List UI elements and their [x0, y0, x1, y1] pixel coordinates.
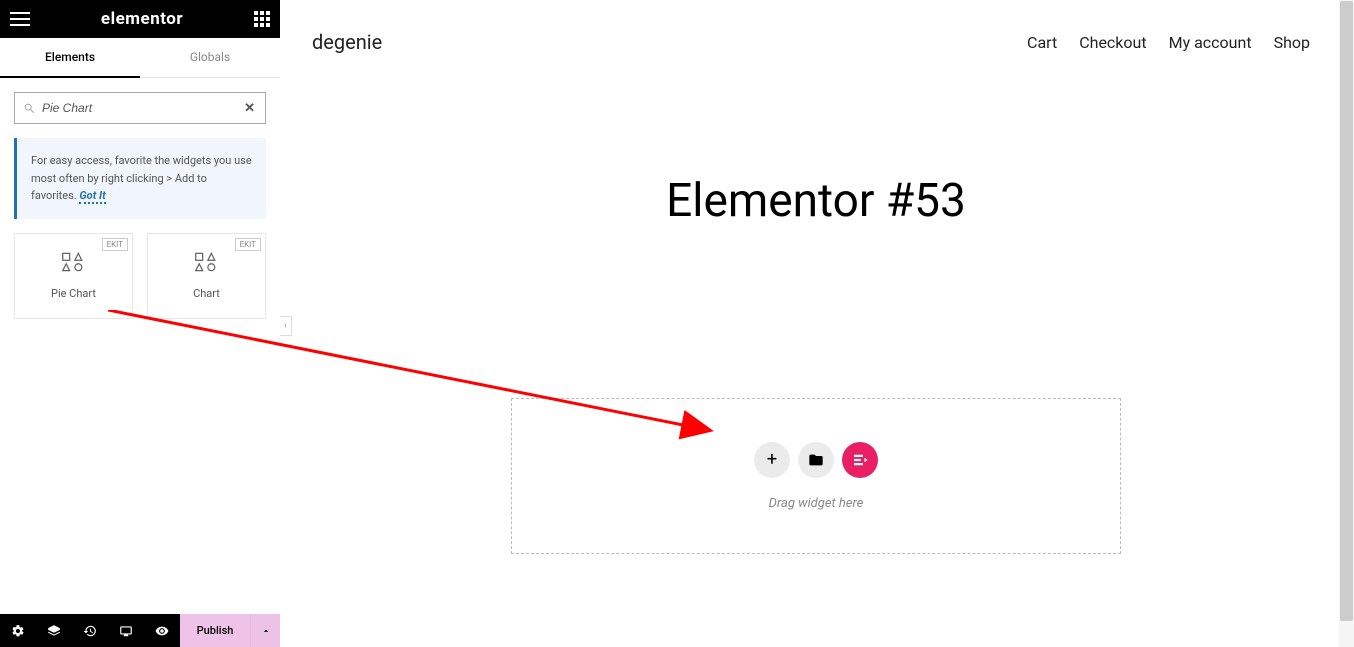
elementor-sidebar: elementor Elements Globals ✕ For easy ac…: [0, 0, 280, 647]
site-nav: Cart Checkout My account Shop: [1027, 33, 1310, 52]
nav-link-cart[interactable]: Cart: [1027, 33, 1057, 52]
search-input[interactable]: [42, 101, 242, 115]
shapes-icon: [194, 251, 220, 277]
tip-text: For easy access, favorite the widgets yo…: [31, 154, 252, 202]
page-title: Elementor #53: [292, 174, 1340, 228]
drop-zone-buttons: +: [754, 442, 878, 478]
search-icon: [23, 102, 36, 115]
sidebar-footer: Publish: [0, 614, 280, 647]
site-header: degenie Cart Checkout My account Shop: [292, 0, 1340, 74]
folder-icon: [808, 452, 824, 468]
nav-link-checkout[interactable]: Checkout: [1079, 33, 1146, 52]
elementskit-button[interactable]: [842, 442, 878, 478]
shapes-icon: [61, 251, 87, 277]
elementor-logo: elementor: [101, 9, 183, 29]
tip-got-it-link[interactable]: Got It: [79, 189, 105, 204]
sidebar-header: elementor: [0, 0, 280, 38]
widget-badge: EKIT: [102, 238, 128, 251]
collapse-sidebar-handle[interactable]: ‹: [280, 316, 292, 336]
widget-pie-chart[interactable]: EKIT Pie Chart: [14, 233, 133, 319]
widgets-grid: EKIT Pie Chart EKIT Chart: [0, 233, 280, 319]
site-title[interactable]: degenie: [312, 30, 382, 54]
settings-button[interactable]: [0, 614, 36, 647]
menu-icon[interactable]: [10, 12, 30, 26]
responsive-button[interactable]: [108, 614, 144, 647]
history-button[interactable]: [72, 614, 108, 647]
drop-zone[interactable]: + Drag widget here: [511, 398, 1121, 554]
clear-search-icon[interactable]: ✕: [242, 101, 257, 116]
search-box: ✕: [14, 92, 266, 124]
nav-link-shop[interactable]: Shop: [1274, 33, 1310, 52]
preview-button[interactable]: [144, 614, 180, 647]
tab-elements[interactable]: Elements: [0, 38, 140, 78]
add-section-button[interactable]: +: [754, 442, 790, 478]
nav-link-account[interactable]: My account: [1169, 33, 1252, 52]
drop-zone-text: Drag widget here: [769, 496, 864, 511]
widget-chart[interactable]: EKIT Chart: [147, 233, 266, 319]
publish-options-button[interactable]: [250, 614, 280, 647]
favorites-tip: For easy access, favorite the widgets yo…: [14, 138, 266, 219]
plus-icon: +: [767, 449, 777, 470]
scrollbar-thumb[interactable]: [1340, 1, 1353, 621]
widget-label: Pie Chart: [51, 287, 96, 300]
apps-grid-icon[interactable]: [254, 11, 270, 27]
template-library-button[interactable]: [798, 442, 834, 478]
scrollbar[interactable]: [1339, 0, 1354, 647]
tab-globals[interactable]: Globals: [140, 38, 280, 77]
widget-badge: EKIT: [235, 238, 261, 251]
editor-canvas: degenie Cart Checkout My account Shop El…: [292, 0, 1340, 647]
publish-button[interactable]: Publish: [180, 614, 250, 647]
widget-label: Chart: [193, 287, 220, 300]
panel-tabs: Elements Globals: [0, 38, 280, 78]
elementskit-icon: [851, 451, 869, 469]
search-wrapper: ✕: [0, 78, 280, 138]
navigator-button[interactable]: [36, 614, 72, 647]
